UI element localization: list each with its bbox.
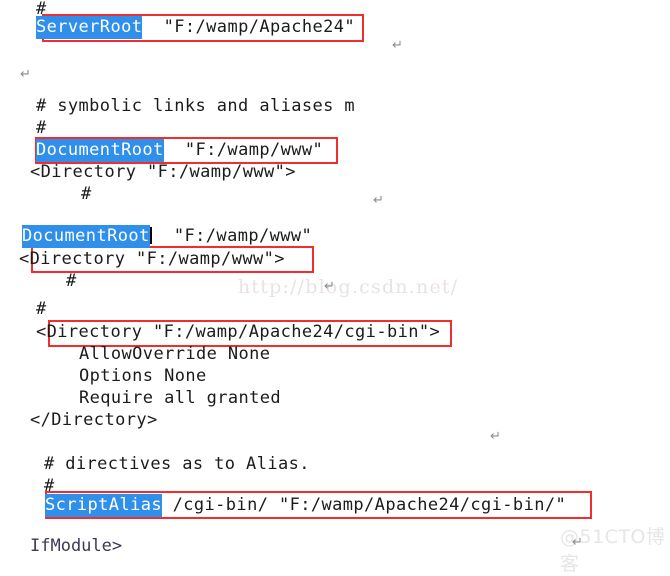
code-line-directory-close: </Directory>	[30, 410, 158, 430]
code-line-directory-cgibin: <Directory "F:/wamp/Apache24/cgi-bin">	[36, 322, 441, 342]
code-line-allowoverride: AllowOverride None	[79, 344, 271, 364]
selection-documentroot-first[interactable]: DocumentRoot	[36, 139, 164, 162]
return-mark-icon-3: ↵	[373, 193, 384, 208]
code-line-comment-symbolic: # symbolic links and aliases m	[36, 96, 356, 116]
watermark-url: http://blog.csdn.net/	[238, 276, 459, 298]
document-canvas: http://blog.csdn.net/ @51CTO博客 # ServerR…	[0, 0, 670, 575]
code-line-directory-www-1: <Directory "F:/wamp/www">	[30, 162, 296, 182]
code-line-ifmodule-clipped: IfModule>	[30, 536, 123, 552]
code-line-hash-3: #	[81, 184, 92, 204]
code-line-documentroot-first: DocumentRoot "F:/wamp/www"	[36, 139, 324, 162]
code-line-comment-directives: # directives as to Alias.	[44, 454, 310, 474]
selection-serverroot[interactable]: ServerRoot	[36, 16, 143, 39]
return-mark-icon-4: ↵	[324, 279, 335, 294]
serverroot-value: "F:/wamp/Apache24"	[142, 17, 356, 37]
code-line-options: Options None	[79, 366, 207, 386]
documentroot-first-value: "F:/wamp/www"	[163, 140, 324, 160]
return-mark-icon-6: ↵	[572, 535, 583, 550]
clipped-glyph-above-documentroot	[24, 218, 38, 224]
selection-documentroot-second[interactable]: DocumentRoot	[22, 225, 150, 248]
code-line-directory-www-2: <Directory "F:/wamp/www">	[19, 249, 285, 269]
text-caret	[149, 227, 152, 244]
code-line-documentroot-second: DocumentRoot "F:/wamp/www"	[22, 225, 313, 248]
code-line-scriptalias: ScriptAlias /cgi-bin/ "F:/wamp/Apache24/…	[45, 494, 567, 517]
return-mark-icon-5: ↵	[490, 429, 501, 444]
documentroot-second-value: "F:/wamp/www"	[152, 226, 313, 246]
code-line-hash-4: #	[66, 271, 77, 291]
code-line-serverroot: ServerRoot "F:/wamp/Apache24"	[36, 16, 356, 39]
selection-scriptalias[interactable]: ScriptAlias	[45, 494, 162, 517]
return-mark-icon-2: ↵	[20, 67, 31, 82]
code-line-hash-2: #	[36, 118, 47, 138]
code-line-hash-5: #	[36, 299, 47, 319]
scriptalias-value: /cgi-bin/ "F:/wamp/Apache24/cgi-bin/"	[161, 495, 567, 515]
code-line-require: Require all granted	[79, 388, 282, 408]
return-mark-icon-1: ↵	[392, 38, 403, 53]
